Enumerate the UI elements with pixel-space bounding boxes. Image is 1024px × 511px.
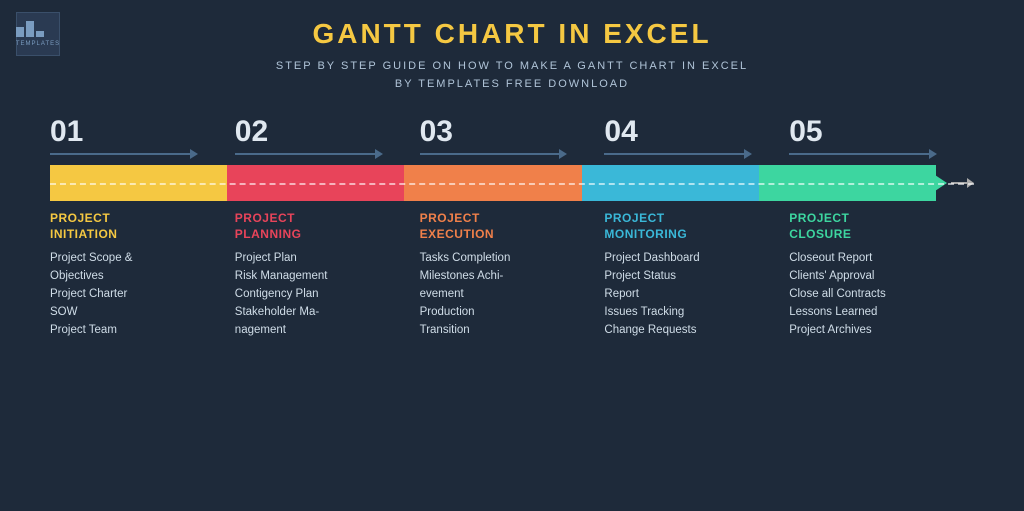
subtitle-line1: STEP BY STEP GUIDE ON HOW TO MAKE A GANT… — [276, 60, 748, 72]
phase-number-5: 05 — [789, 117, 822, 147]
phase-arrow-2 — [235, 149, 383, 159]
arrow-line-3 — [420, 153, 560, 155]
chart-area: 01 02 03 04 — [0, 117, 1024, 339]
phase-col-1: 01 — [50, 117, 235, 159]
arrow-head-5 — [929, 149, 937, 159]
gantt-segment-1 — [50, 165, 227, 201]
list-item: Transition — [420, 322, 595, 340]
arrow-head-3 — [559, 149, 567, 159]
list-item: Project Dashboard — [604, 250, 779, 268]
arrow-head-4 — [744, 149, 752, 159]
list-item: nagement — [235, 322, 410, 340]
phase-arrow-5 — [789, 149, 937, 159]
list-item: evement — [420, 286, 595, 304]
phase-col-3: 03 — [420, 117, 605, 159]
arrow-head-2 — [375, 149, 383, 159]
gantt-segment-3 — [404, 165, 581, 201]
gantt-segment-5 — [759, 165, 936, 201]
list-item: Closeout Report — [789, 250, 964, 268]
gantt-segment-2 — [227, 165, 404, 201]
list-item: Project Plan — [235, 250, 410, 268]
list-item: Report — [604, 286, 779, 304]
phase-label-1: PROJECTINITIATION — [50, 211, 225, 242]
list-item: SOW — [50, 304, 225, 322]
list-item: Project Status — [604, 268, 779, 286]
phase-col-5: 05 — [789, 117, 974, 159]
gantt-end-arrow — [935, 175, 947, 191]
list-item: Contigency Plan — [235, 286, 410, 304]
list-item: Production — [420, 304, 595, 322]
phase-numbers-row: 01 02 03 04 — [40, 117, 984, 159]
phase-content-1: PROJECTINITIATION Project Scope & Object… — [50, 211, 235, 339]
arrow-head-1 — [190, 149, 198, 159]
phase-items-5: Closeout Report Clients' Approval Close … — [789, 250, 964, 339]
phase-content-5: PROJECTCLOSURE Closeout Report Clients' … — [789, 211, 974, 339]
phase-col-4: 04 — [604, 117, 789, 159]
phase-label-5: PROJECTCLOSURE — [789, 211, 964, 242]
list-item: Project Charter — [50, 286, 225, 304]
logo: TEMPLATES — [16, 12, 60, 56]
phase-items-4: Project Dashboard Project Status Report … — [604, 250, 779, 339]
phase-content-2: PROJECTPLANNING Project Plan Risk Manage… — [235, 211, 420, 339]
phase-number-2: 02 — [235, 117, 268, 147]
phase-arrow-3 — [420, 149, 568, 159]
subtitle: STEP BY STEP GUIDE ON HOW TO MAKE A GANT… — [0, 58, 1024, 93]
phase-number-4: 04 — [604, 117, 637, 147]
list-item: Objectives — [50, 268, 225, 286]
phase-content-3: PROJECTEXECUTION Tasks Completion Milest… — [420, 211, 605, 339]
list-item: Issues Tracking — [604, 304, 779, 322]
phase-items-3: Tasks Completion Milestones Achi- evemen… — [420, 250, 595, 339]
list-item: Tasks Completion — [420, 250, 595, 268]
gantt-segment-4 — [582, 165, 759, 201]
list-item: Stakeholder Ma- — [235, 304, 410, 322]
phase-arrow-1 — [50, 149, 198, 159]
phase-number-3: 03 — [420, 117, 453, 147]
arrow-line-2 — [235, 153, 375, 155]
gantt-arrow-right — [967, 178, 974, 188]
list-item: Project Archives — [789, 322, 964, 340]
phase-label-4: PROJECTMONITORING — [604, 211, 779, 242]
list-item: Project Scope & — [50, 250, 225, 268]
list-item: Project Team — [50, 322, 225, 340]
phase-content-4: PROJECTMONITORING Project Dashboard Proj… — [604, 211, 789, 339]
phase-col-2: 02 — [235, 117, 420, 159]
list-item: Clients' Approval — [789, 268, 964, 286]
logo-text: TEMPLATES — [16, 41, 60, 47]
list-item: Milestones Achi- — [420, 268, 595, 286]
phase-items-2: Project Plan Risk Management Contigency … — [235, 250, 410, 339]
list-item: Change Requests — [604, 322, 779, 340]
phase-items-1: Project Scope & Objectives Project Chart… — [50, 250, 225, 339]
list-item: Risk Management — [235, 268, 410, 286]
phase-label-2: PROJECTPLANNING — [235, 211, 410, 242]
arrow-line-4 — [604, 153, 744, 155]
phases-content: PROJECTINITIATION Project Scope & Object… — [40, 211, 984, 339]
arrow-line-1 — [50, 153, 190, 155]
phase-label-3: PROJECTEXECUTION — [420, 211, 595, 242]
phase-arrow-4 — [604, 149, 752, 159]
arrow-line-5 — [789, 153, 929, 155]
phase-number-1: 01 — [50, 117, 83, 147]
page-header: GANTT CHART IN EXCEL STEP BY STEP GUIDE … — [0, 0, 1024, 93]
main-title: GANTT CHART IN EXCEL — [0, 18, 1024, 50]
list-item: Lessons Learned — [789, 304, 964, 322]
subtitle-line2: BY TEMPLATES FREE DOWNLOAD — [395, 78, 629, 90]
gantt-bar — [50, 165, 974, 201]
list-item: Close all Contracts — [789, 286, 964, 304]
gantt-arrow-tail — [951, 182, 967, 184]
